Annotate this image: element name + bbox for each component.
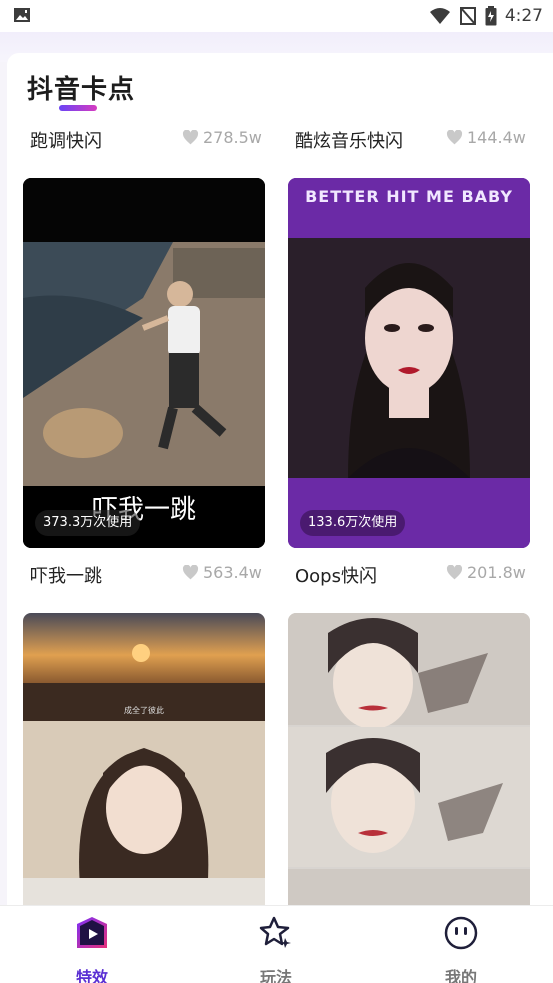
likes-count: 144.4w	[467, 128, 526, 147]
template-name[interactable]: Oops快闪	[295, 562, 377, 588]
battery-icon	[485, 6, 497, 26]
nav-tab-label: 玩法	[259, 968, 292, 983]
thumbnail-caption: BETTER HIT ME BABY	[305, 187, 513, 206]
usage-count-badge: 373.3万次使用	[35, 510, 141, 536]
thumbnail-image: BETTER HIT ME BABY	[288, 178, 530, 548]
thumbnail-image: 吓我一跳	[23, 178, 265, 548]
template-likes: 278.5w	[182, 128, 262, 147]
likes-count: 201.8w	[467, 563, 526, 582]
play-icon	[77, 917, 107, 948]
heart-icon	[182, 565, 199, 580]
status-time: 4:27	[504, 6, 543, 26]
likes-count: 278.5w	[203, 128, 262, 147]
sparkle-star-icon	[259, 916, 291, 948]
template-thumbnail[interactable]: BETTER HIT ME BABY 133.6万次使用	[288, 178, 530, 548]
smiley-icon	[444, 916, 478, 950]
template-likes: 563.4w	[182, 563, 262, 582]
template-thumbnail[interactable]: 成全了彼此	[23, 613, 265, 913]
no-signal-icon	[459, 7, 476, 25]
thumbnail-caption: 成全了彼此	[124, 705, 164, 715]
template-name[interactable]: 酷炫音乐快闪	[295, 127, 403, 153]
section-title: 抖音卡点	[27, 75, 136, 105]
template-thumbnail[interactable]	[288, 613, 530, 913]
bottom-navigation: 特效 玩法 我的	[0, 905, 553, 983]
usage-count-badge: 133.6万次使用	[300, 510, 406, 536]
template-thumbnail[interactable]: 吓我一跳 373.3万次使用	[23, 178, 265, 548]
content-card[interactable]: 抖音卡点 跑调快闪 278.5w 酷炫音乐快闪 144.4w 吓我一跳 373.…	[7, 53, 553, 913]
thumbnail-image	[288, 613, 530, 913]
image-notification-icon	[14, 8, 30, 22]
likes-count: 563.4w	[203, 563, 262, 582]
nav-tab-label: 我的	[444, 968, 477, 983]
template-likes: 201.8w	[446, 563, 526, 582]
heart-icon	[446, 130, 463, 145]
nav-tab-label: 特效	[75, 968, 108, 983]
nav-tab-mine[interactable]: 我的	[416, 914, 506, 983]
thumbnail-image: 成全了彼此	[23, 613, 265, 913]
template-likes: 144.4w	[446, 128, 526, 147]
nav-tab-effects[interactable]: 特效	[47, 914, 137, 983]
wifi-icon	[429, 8, 450, 24]
heart-icon	[446, 565, 463, 580]
template-name[interactable]: 吓我一跳	[30, 562, 102, 588]
heart-icon	[182, 130, 199, 145]
template-name[interactable]: 跑调快闪	[30, 127, 102, 153]
status-bar: 4:27	[0, 0, 553, 32]
nav-tab-gameplay[interactable]: 玩法	[231, 914, 321, 983]
section-title-underline	[59, 105, 97, 111]
